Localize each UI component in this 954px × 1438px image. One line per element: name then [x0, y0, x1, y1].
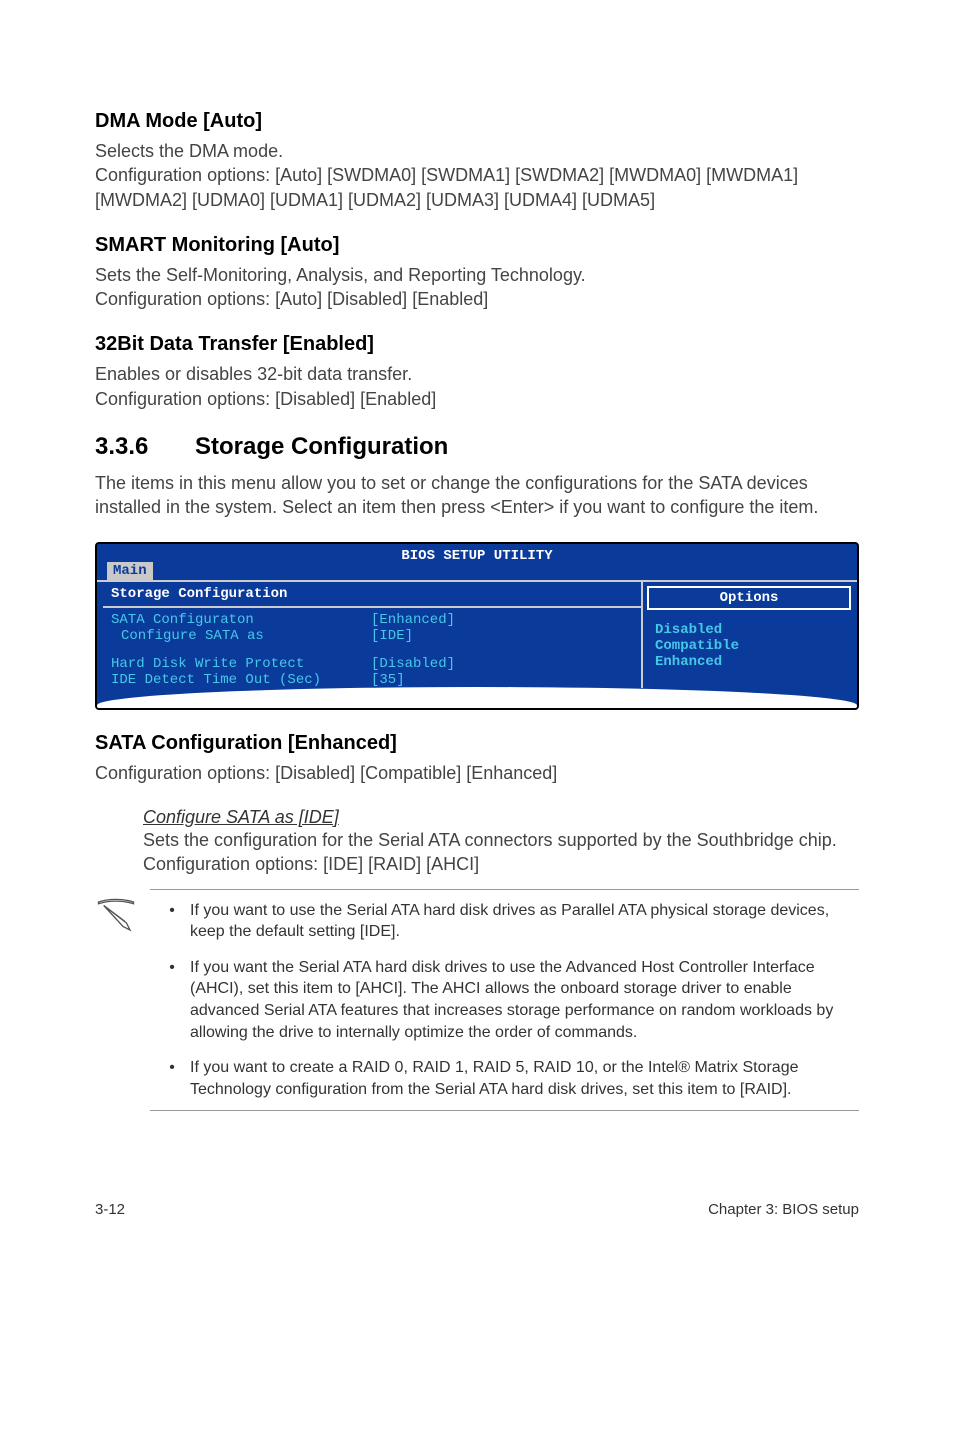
- bios-left-heading: Storage Configuration: [103, 582, 641, 608]
- bios-row: IDE Detect Time Out (Sec) [35]: [103, 672, 641, 688]
- footer-chapter: Chapter 3: BIOS setup: [708, 1201, 859, 1218]
- bit32-line2: Configuration options: [Disabled] [Enabl…: [95, 389, 436, 409]
- bullet-icon: •: [154, 1057, 190, 1100]
- bios-val: [Disabled]: [371, 656, 455, 672]
- bios-key: Configure SATA as: [111, 628, 371, 644]
- note-text: If you want to use the Serial ATA hard d…: [190, 900, 855, 943]
- bios-option: Compatible: [655, 638, 843, 654]
- bios-key: IDE Detect Time Out (Sec): [111, 672, 371, 688]
- bios-title: BIOS SETUP UTILITY: [97, 544, 857, 566]
- note-text: If you want to create a RAID 0, RAID 1, …: [190, 1057, 855, 1100]
- smart-heading: SMART Monitoring [Auto]: [95, 234, 859, 257]
- bios-option: Disabled: [655, 622, 843, 638]
- bios-options-title: Options: [649, 588, 849, 608]
- note-block: • If you want to use the Serial ATA hard…: [95, 889, 859, 1112]
- bios-option: Enhanced: [655, 654, 843, 670]
- dma-line2: Configuration options: [Auto] [SWDMA0] […: [95, 165, 798, 209]
- bios-key: Hard Disk Write Protect: [111, 656, 371, 672]
- dma-line1: Selects the DMA mode.: [95, 141, 283, 161]
- section-intro: The items in this menu allow you to set …: [95, 471, 859, 520]
- bios-key: SATA Configuraton: [111, 612, 371, 628]
- configure-sata-body: Sets the configuration for the Serial AT…: [143, 828, 859, 877]
- bios-options-box: Options: [647, 586, 851, 610]
- section-number: 3.3.6: [95, 433, 195, 461]
- note-text: If you want the Serial ATA hard disk dri…: [190, 957, 855, 1043]
- bios-options-list: Disabled Compatible Enhanced: [647, 618, 851, 680]
- 32bit-text: Enables or disables 32-bit data transfer…: [95, 362, 859, 411]
- bullet-icon: •: [154, 957, 190, 1043]
- section-heading: 3.3.6Storage Configuration: [95, 433, 859, 461]
- bios-row: Configure SATA as [IDE]: [103, 628, 641, 644]
- bios-val: [Enhanced]: [371, 612, 455, 628]
- bullet-icon: •: [154, 900, 190, 943]
- bios-val: [35]: [371, 672, 405, 688]
- note-item: • If you want to create a RAID 0, RAID 1…: [154, 1057, 855, 1100]
- smart-line2: Configuration options: [Auto] [Disabled]…: [95, 289, 488, 309]
- note-item: • If you want the Serial ATA hard disk d…: [154, 957, 855, 1043]
- bios-val: [IDE]: [371, 628, 413, 644]
- dma-mode-heading: DMA Mode [Auto]: [95, 110, 859, 133]
- section-title: Storage Configuration: [195, 433, 448, 460]
- sata-config-body: Configuration options: [Disabled] [Compa…: [95, 761, 859, 785]
- footer-page-number: 3-12: [95, 1201, 125, 1218]
- smart-text: Sets the Self-Monitoring, Analysis, and …: [95, 263, 859, 312]
- smart-line1: Sets the Self-Monitoring, Analysis, and …: [95, 265, 586, 285]
- configure-sata-heading: Configure SATA as [IDE]: [143, 807, 859, 828]
- configure-sata-block: Configure SATA as [IDE] Sets the configu…: [143, 807, 859, 877]
- bios-row: Hard Disk Write Protect [Disabled]: [103, 656, 641, 672]
- bios-tab-main: Main: [107, 562, 153, 580]
- bit32-line1: Enables or disables 32-bit data transfer…: [95, 364, 412, 384]
- bios-row: SATA Configuraton [Enhanced]: [103, 612, 641, 628]
- page-footer: 3-12 Chapter 3: BIOS setup: [95, 1201, 859, 1218]
- 32bit-heading: 32Bit Data Transfer [Enabled]: [95, 333, 859, 356]
- bios-screenshot: BIOS SETUP UTILITY Main Storage Configur…: [95, 542, 859, 710]
- pencil-note-icon: [95, 889, 150, 1112]
- dma-mode-text: Selects the DMA mode. Configuration opti…: [95, 139, 859, 212]
- sata-config-heading: SATA Configuration [Enhanced]: [95, 732, 859, 755]
- note-item: • If you want to use the Serial ATA hard…: [154, 900, 855, 943]
